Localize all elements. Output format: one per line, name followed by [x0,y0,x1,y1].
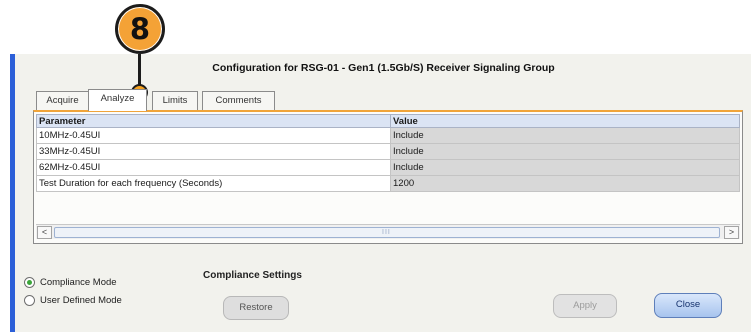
scroll-left-arrow-icon[interactable]: < [37,226,52,239]
user-defined-mode-radio[interactable] [24,294,35,306]
scrollbar-thumb[interactable]: III [54,227,720,238]
window-title: Configuration for RSG-01 - Gen1 (1.5Gb/S… [212,62,555,74]
tab-acquire[interactable]: Acquire [36,91,89,110]
user-defined-mode-label[interactable]: User Defined Mode [40,295,122,306]
value-cell[interactable]: Include [390,143,740,160]
table-row[interactable]: Test Duration for each frequency (Second… [36,175,740,192]
column-header-value[interactable]: Value [390,114,740,128]
horizontal-scrollbar[interactable]: < III > [36,224,740,239]
parameter-cell[interactable]: 62MHz-0.45UI [36,159,391,176]
compliance-settings-label: Compliance Settings [203,270,302,281]
apply-button[interactable]: Apply [553,294,617,318]
panel-accent-bar [10,54,15,332]
scrollbar-grip-icon: III [382,229,391,236]
table-row[interactable]: 10MHz-0.45UI Include [36,127,740,144]
value-cell[interactable]: Include [390,127,740,144]
scroll-right-arrow-icon[interactable]: > [724,226,739,239]
table-row[interactable]: 33MHz-0.45UI Include [36,143,740,160]
value-cell[interactable]: 1200 [390,175,740,192]
callout-pointer-line [138,54,141,88]
compliance-mode-radio[interactable] [24,276,35,288]
compliance-mode-label[interactable]: Compliance Mode [40,277,117,288]
parameter-cell[interactable]: 10MHz-0.45UI [36,127,391,144]
step-number: 8 [129,12,151,46]
table-row[interactable]: 62MHz-0.45UI Include [36,159,740,176]
parameter-cell[interactable]: Test Duration for each frequency (Second… [36,175,391,192]
tab-analyze[interactable]: Analyze [88,89,147,111]
restore-button[interactable]: Restore [223,296,289,320]
step-callout-badge: 8 [115,4,165,54]
tab-comments[interactable]: Comments [202,91,275,110]
parameter-table: Parameter Value 10MHz-0.45UI Include 33M… [36,114,740,192]
close-button[interactable]: Close [654,293,722,318]
parameter-cell[interactable]: 33MHz-0.45UI [36,143,391,160]
column-header-parameter[interactable]: Parameter [36,114,391,128]
value-cell[interactable]: Include [390,159,740,176]
tab-limits[interactable]: Limits [152,91,198,110]
table-header-row: Parameter Value [36,114,740,128]
user-defined-mode-option[interactable]: User Defined Mode [24,293,122,307]
compliance-mode-option[interactable]: Compliance Mode [24,275,117,289]
